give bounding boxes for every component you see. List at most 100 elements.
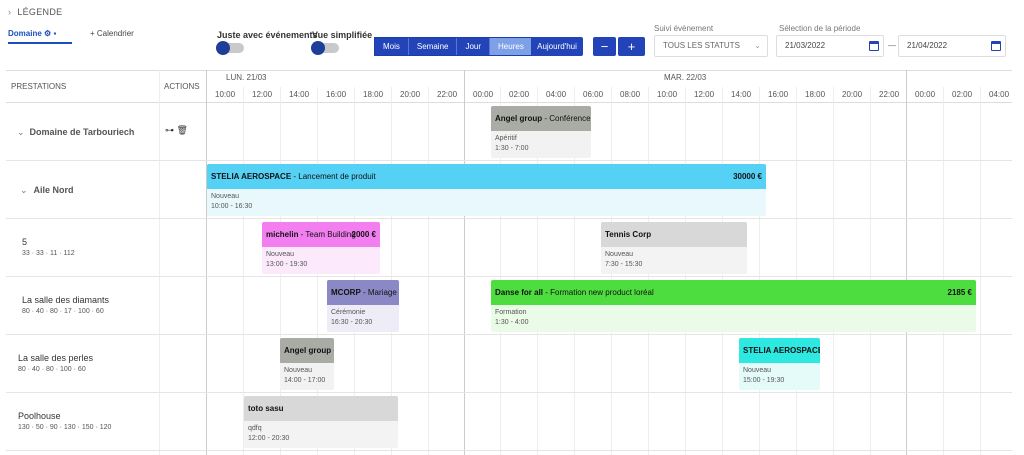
event-block[interactable]: toto sasu qdfq 12:00 - 20:30 — [244, 396, 398, 448]
event-time: 16:30 - 20:30 — [331, 319, 373, 326]
event-time: 7:30 - 15:30 — [605, 261, 643, 268]
room-capacities: 80 · 40 · 80 · 17 · 100 · 60 — [22, 308, 104, 315]
col-actions-header: ACTIONS — [164, 82, 200, 91]
event-title: - Formation new product loréal — [543, 288, 654, 297]
period-label: Sélection de la période — [779, 24, 861, 33]
event-block[interactable]: STELIA AEROSPACE - C Nouveau 15:00 - 19:30 — [739, 338, 820, 390]
event-title: - Mariage — [360, 288, 397, 297]
event-body: Cérémonie 16:30 - 20:30 — [327, 305, 399, 331]
today-button[interactable]: Aujourd'hui — [531, 37, 583, 56]
event-time: 1:30 - 4:00 — [495, 319, 529, 326]
events-only-toggle[interactable] — [216, 41, 244, 55]
event-time: 10:00 - 16:30 — [211, 203, 253, 210]
table-row — [6, 393, 1012, 451]
event-time: 14:00 - 17:00 — [284, 377, 326, 384]
view-switcher: Mois Semaine Jour Heures — [374, 37, 533, 56]
table-row — [6, 219, 1012, 277]
event-title: - Conférence de — [544, 114, 591, 123]
event-block[interactable]: Angel group - C Nouveau 14:00 - 17:00 — [280, 338, 334, 390]
room-capacities: 33 · 33 · 11 · 112 — [22, 250, 75, 257]
hour-label: 00:00 — [915, 90, 936, 99]
event-client: STELIA AEROSPACE — [211, 172, 292, 181]
row-aile-nord[interactable]: ⌄ Aile Nord — [20, 185, 74, 196]
hour-label: 22:00 — [879, 90, 900, 99]
zoom-in-button[interactable]: + — [618, 37, 645, 56]
event-body: Formation 1:30 - 4:00 — [491, 305, 976, 331]
event-body: Apéritif 1:30 - 7:00 — [491, 131, 591, 157]
event-price: 2000 € — [351, 230, 376, 239]
hour-label: 18:00 — [363, 90, 384, 99]
event-status: Nouveau — [266, 251, 295, 258]
table-row — [6, 335, 1012, 393]
tab-add-calendar[interactable]: + Calendrier — [90, 29, 134, 38]
row-perles-label: La salle des perles — [18, 353, 94, 363]
event-status: Apéritif — [495, 135, 517, 142]
day-label-1: LUN. 21/03 — [226, 73, 267, 82]
hierarchy-icon[interactable]: ⊶ — [165, 125, 174, 135]
status-select[interactable]: TOUS LES STATUTS ⌄ — [654, 35, 768, 57]
view-month-button[interactable]: Mois — [375, 38, 409, 55]
date-from-input[interactable]: 21/03/2022 — [776, 35, 884, 57]
actions-cell: ⊶ 🗑 — [165, 125, 188, 136]
hour-label: 14:00 — [289, 90, 310, 99]
event-header: michelin - Team Building 2000 € — [262, 222, 380, 247]
hour-label: 18:00 — [805, 90, 826, 99]
hour-label: 06:00 — [583, 90, 604, 99]
calendar-icon[interactable] — [869, 41, 879, 51]
legend-label: LÉGENDE — [17, 7, 63, 17]
row-domain-label: Domaine de Tarbouriech — [29, 127, 135, 137]
event-client: MCORP — [331, 288, 361, 297]
zoom-out-button[interactable]: − — [593, 37, 616, 56]
gear-icon[interactable]: ⚙ — [44, 29, 51, 38]
event-client: Danse for all — [495, 288, 544, 297]
hour-label: 02:00 — [952, 90, 973, 99]
event-header: MCORP - Mariage — [327, 280, 399, 305]
event-block[interactable]: Danse for all - Formation new product lo… — [491, 280, 976, 332]
chevron-right-icon: › — [8, 7, 12, 17]
hour-label: 04:00 — [989, 90, 1010, 99]
legend-toggle[interactable]: › LÉGENDE — [8, 7, 62, 17]
hour-label: 20:00 — [842, 90, 863, 99]
event-body: Nouveau 14:00 - 17:00 — [280, 363, 334, 389]
event-time: 1:30 - 7:00 — [495, 145, 529, 152]
event-header: STELIA AEROSPACE - C — [739, 338, 820, 363]
chevron-down-icon[interactable]: ⌄ — [20, 185, 28, 195]
event-title: - Team Building — [298, 230, 356, 239]
event-block[interactable]: Angel group - Conférence de Apéritif 1:30 … — [491, 106, 591, 158]
event-status: Nouveau — [211, 193, 240, 200]
trash-icon[interactable]: ▪ — [53, 29, 56, 38]
event-body: qdfq 12:00 - 20:30 — [244, 421, 398, 447]
event-block[interactable]: MCORP - Mariage Cérémonie 16:30 - 20:30 — [327, 280, 399, 332]
event-price: 30000 € — [733, 172, 762, 181]
room-capacities: 80 · 40 · 80 · 100 · 60 — [18, 366, 86, 373]
event-status: Nouveau — [284, 367, 313, 374]
hour-label: 02:00 — [509, 90, 530, 99]
row-domain[interactable]: ⌄ Domaine de Tarbouriech — [17, 127, 134, 138]
event-price: 2185 € — [947, 288, 972, 297]
event-client: toto sasu — [248, 404, 284, 413]
event-status: Nouveau — [743, 367, 772, 374]
hour-label: 10:00 — [657, 90, 678, 99]
events-only-label: Juste avec événements — [217, 30, 318, 40]
tab-domain[interactable]: Domaine ⚙ ▪ — [8, 29, 72, 44]
calendar-icon[interactable] — [991, 41, 1001, 51]
event-time: 13:00 - 19:30 — [266, 261, 308, 268]
event-header: Danse for all - Formation new product lo… — [491, 280, 976, 305]
date-to-input[interactable]: 21/04/2022 — [898, 35, 1006, 57]
event-status: qdfq — [248, 425, 262, 432]
view-day-button[interactable]: Jour — [457, 38, 491, 55]
view-hours-button[interactable]: Heures — [490, 38, 532, 55]
event-status: Nouveau — [605, 251, 634, 258]
event-time: 15:00 - 19:30 — [743, 377, 785, 384]
event-title: - Lancement de produit — [291, 172, 376, 181]
event-block[interactable]: STELIA AEROSPACE - Lancement de produit 3… — [207, 164, 766, 216]
event-body: Nouveau 13:00 - 19:30 — [262, 247, 380, 273]
room-capacities: 130 · 50 · 90 · 130 · 150 · 120 — [18, 424, 112, 431]
event-block[interactable]: michelin - Team Building 2000 € Nouveau 13:… — [262, 222, 380, 274]
trash-icon[interactable]: 🗑 — [177, 125, 188, 135]
chevron-down-icon[interactable]: ⌄ — [17, 127, 25, 137]
event-block[interactable]: Tennis Corp Nouveau 7:30 - 15:30 — [601, 222, 747, 274]
view-week-button[interactable]: Semaine — [409, 38, 458, 55]
day-label-2: MAR. 22/03 — [664, 73, 707, 82]
simplified-toggle[interactable] — [311, 41, 339, 55]
